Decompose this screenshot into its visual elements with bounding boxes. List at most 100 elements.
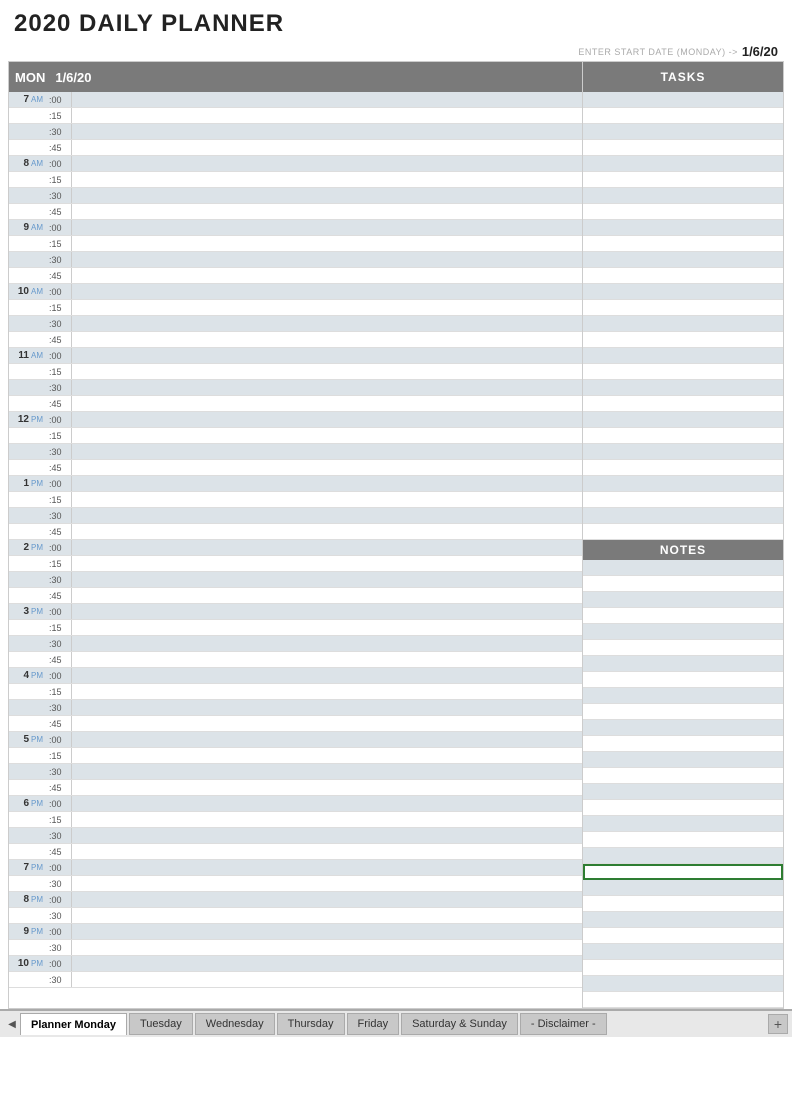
time-content[interactable] [71, 108, 582, 123]
task-row[interactable] [583, 428, 783, 444]
time-row[interactable]: :15 [9, 172, 582, 188]
time-row[interactable]: :15 [9, 300, 582, 316]
task-row[interactable] [583, 92, 783, 108]
time-row[interactable]: 8PM:00 [9, 892, 582, 908]
time-content[interactable] [71, 396, 582, 411]
time-row[interactable]: :30 [9, 876, 582, 892]
time-content[interactable] [71, 924, 582, 939]
time-row[interactable]: 2PM:00 [9, 540, 582, 556]
time-row[interactable]: :30 [9, 972, 582, 988]
tab-friday[interactable]: Friday [347, 1013, 400, 1035]
time-row[interactable]: 9PM:00 [9, 924, 582, 940]
task-row[interactable] [583, 252, 783, 268]
time-content[interactable] [71, 348, 582, 363]
time-row[interactable]: 11AM:00 [9, 348, 582, 364]
time-row[interactable]: :15 [9, 492, 582, 508]
tab-thursday[interactable]: Thursday [277, 1013, 345, 1035]
time-row[interactable]: :15 [9, 364, 582, 380]
time-row[interactable]: :30 [9, 700, 582, 716]
time-content[interactable] [71, 140, 582, 155]
time-row[interactable]: :30 [9, 380, 582, 396]
time-content[interactable] [71, 508, 582, 523]
time-content[interactable] [71, 700, 582, 715]
note-row[interactable] [583, 560, 783, 576]
time-row[interactable]: 9AM:00 [9, 220, 582, 236]
note-row[interactable] [583, 672, 783, 688]
time-row[interactable]: 12PM:00 [9, 412, 582, 428]
time-content[interactable] [71, 492, 582, 507]
time-content[interactable] [71, 668, 582, 683]
time-row[interactable]: :15 [9, 428, 582, 444]
task-row[interactable] [583, 396, 783, 412]
task-row[interactable] [583, 220, 783, 236]
time-content[interactable] [71, 540, 582, 555]
time-content[interactable] [71, 652, 582, 667]
note-row[interactable] [583, 880, 783, 896]
time-content[interactable] [71, 268, 582, 283]
task-row[interactable] [583, 460, 783, 476]
time-row[interactable]: 7PM:00 [9, 860, 582, 876]
time-row[interactable]: 1PM:00 [9, 476, 582, 492]
time-row[interactable]: :30 [9, 508, 582, 524]
time-row[interactable]: :45 [9, 652, 582, 668]
note-row[interactable] [583, 576, 783, 592]
note-row[interactable] [583, 688, 783, 704]
time-row[interactable]: :30 [9, 764, 582, 780]
time-content[interactable] [71, 972, 582, 987]
date-value[interactable]: 1/6/20 [742, 44, 778, 59]
task-row[interactable] [583, 156, 783, 172]
note-row[interactable] [583, 944, 783, 960]
note-row[interactable] [583, 608, 783, 624]
time-content[interactable] [71, 156, 582, 171]
task-row[interactable] [583, 412, 783, 428]
note-row[interactable] [583, 928, 783, 944]
time-content[interactable] [71, 460, 582, 475]
time-row[interactable]: 5PM:00 [9, 732, 582, 748]
time-content[interactable] [71, 284, 582, 299]
tab-add-button[interactable]: + [768, 1014, 788, 1034]
time-row[interactable]: :15 [9, 108, 582, 124]
note-row[interactable] [583, 800, 783, 816]
note-row[interactable] [583, 768, 783, 784]
time-row[interactable]: :30 [9, 124, 582, 140]
time-content[interactable] [71, 716, 582, 731]
task-row[interactable] [583, 348, 783, 364]
note-row[interactable] [583, 976, 783, 992]
time-content[interactable] [71, 908, 582, 923]
time-row[interactable]: :30 [9, 828, 582, 844]
time-content[interactable] [71, 828, 582, 843]
time-content[interactable] [71, 572, 582, 587]
time-row[interactable]: :45 [9, 844, 582, 860]
task-row[interactable] [583, 284, 783, 300]
time-content[interactable] [71, 316, 582, 331]
time-content[interactable] [71, 876, 582, 891]
task-row[interactable] [583, 380, 783, 396]
time-content[interactable] [71, 188, 582, 203]
time-content[interactable] [71, 300, 582, 315]
time-content[interactable] [71, 428, 582, 443]
tab-tuesday[interactable]: Tuesday [129, 1013, 193, 1035]
task-row[interactable] [583, 316, 783, 332]
time-row[interactable]: :45 [9, 460, 582, 476]
note-row[interactable] [583, 640, 783, 656]
time-content[interactable] [71, 444, 582, 459]
time-content[interactable] [71, 604, 582, 619]
task-row[interactable] [583, 524, 783, 540]
tab---disclaimer--[interactable]: - Disclaimer - [520, 1013, 607, 1035]
task-row[interactable] [583, 172, 783, 188]
note-row[interactable] [583, 720, 783, 736]
time-content[interactable] [71, 124, 582, 139]
note-row[interactable] [583, 736, 783, 752]
time-row[interactable]: :15 [9, 556, 582, 572]
time-content[interactable] [71, 956, 582, 971]
task-row[interactable] [583, 124, 783, 140]
time-row[interactable]: :15 [9, 684, 582, 700]
note-row[interactable] [583, 960, 783, 976]
time-content[interactable] [71, 764, 582, 779]
time-content[interactable] [71, 844, 582, 859]
tab-wednesday[interactable]: Wednesday [195, 1013, 275, 1035]
time-row[interactable]: 10PM:00 [9, 956, 582, 972]
time-content[interactable] [71, 524, 582, 539]
time-content[interactable] [71, 380, 582, 395]
time-content[interactable] [71, 220, 582, 235]
